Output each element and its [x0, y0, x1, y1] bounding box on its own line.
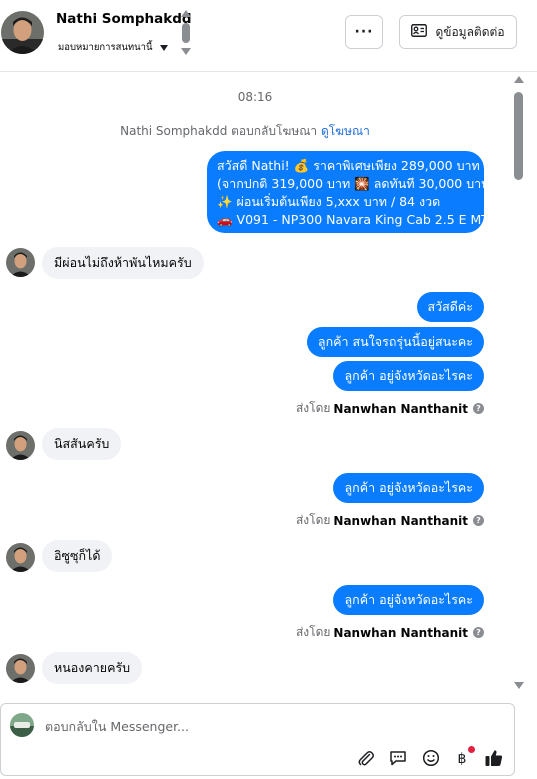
ad-message-line: ✨ ผ่อนเริ่มต้นเพียง 5,xxx บาท / 84 งวด — [217, 194, 441, 209]
scroll-thumb[interactable] — [182, 23, 190, 43]
contact-avatar-small[interactable] — [6, 431, 35, 460]
contact-avatar-small[interactable] — [6, 654, 35, 683]
conversation-header: Nathi Somphakdd มอบหมายการสนทนานี้ ··· ด… — [0, 0, 537, 72]
ad-reply-note-text: Nathi Somphakdd ตอบกลับโฆษณา — [120, 124, 318, 138]
view-contact-info-button[interactable]: ดูข้อมูลติดต่อ — [399, 15, 517, 49]
contact-avatar-small[interactable] — [6, 248, 35, 277]
view-contact-info-label: ดูข้อมูลติดต่อ — [435, 24, 505, 39]
sent-by-prefix: ส่งโดย — [295, 401, 331, 415]
outgoing-ad-message: สวัสดี Nathi! 💰 ราคาพิเศษเพียง 289,000 บ… — [207, 151, 495, 233]
message-composer[interactable]: ตอบกลับใน Messenger... ฿ — [0, 703, 515, 776]
scroll-up-arrow-icon[interactable] — [514, 76, 524, 83]
sent-by-prefix: ส่งโดย — [295, 513, 331, 527]
scroll-up-icon[interactable] — [181, 10, 191, 17]
contact-card-icon — [411, 24, 428, 40]
contact-name[interactable]: Nathi Somphakdd — [56, 11, 192, 27]
ad-message-line: 🚗 V091 - NP300 Navara King Cab 2.5 E MT — [217, 212, 489, 227]
chevron-down-icon — [159, 44, 168, 51]
saved-replies-icon[interactable] — [387, 747, 409, 769]
info-icon[interactable]: ? — [473, 403, 484, 414]
sent-by-label: ส่งโดย Nanwhan Nanthanit ? — [296, 623, 484, 642]
notification-dot — [468, 746, 475, 753]
ad-message-line: (จากปกติ 319,000 บาท 🎇 ลดทันที 30,000 บา… — [217, 176, 495, 191]
attachment-icon[interactable] — [355, 747, 377, 769]
contact-avatar[interactable] — [1, 11, 44, 54]
outgoing-message: สวัสดีค่ะ — [416, 292, 484, 322]
sender-name: Nanwhan Nanthanit — [333, 401, 468, 416]
assign-conversation-dropdown[interactable]: มอบหมายการสนทนานี้ — [58, 40, 168, 55]
like-icon[interactable] — [483, 747, 505, 769]
outgoing-message: ลูกค้า อยู่จังหวัดอะไรคะ — [333, 473, 484, 503]
scroll-down-icon[interactable] — [181, 48, 191, 55]
outgoing-message: ลูกค้า สนใจรถรุ่นนี้อยู่สนะคะ — [306, 327, 484, 357]
sent-by-prefix: ส่งโดย — [295, 625, 331, 639]
outgoing-message: ลูกค้า อยู่จังหวัดอะไรคะ — [333, 361, 484, 391]
more-icon: ··· — [354, 24, 374, 40]
assign-label: มอบหมายการสนทนานี้ — [58, 42, 153, 53]
message-scrollbar-thumb[interactable] — [514, 92, 523, 180]
more-options-button[interactable]: ··· — [345, 15, 383, 49]
page-avatar — [10, 713, 34, 737]
svg-text:฿: ฿ — [458, 751, 467, 767]
reply-input[interactable]: ตอบกลับใน Messenger... — [45, 717, 345, 737]
outgoing-message: ลูกค้า อยู่จังหวัดอะไรคะ — [333, 585, 484, 615]
info-icon[interactable]: ? — [473, 515, 484, 526]
sender-name: Nanwhan Nanthanit — [333, 625, 468, 640]
ad-message-line: สวัสดี Nathi! 💰 ราคาพิเศษเพียง 289,000 บ… — [217, 158, 480, 173]
incoming-message: หนองคายครับ — [42, 652, 143, 684]
contact-avatar-small[interactable] — [6, 543, 35, 572]
message-timestamp: 08:16 — [237, 90, 273, 104]
scroll-down-arrow-icon[interactable] — [514, 682, 524, 689]
incoming-message: อิซูซุก็ได้ — [42, 540, 113, 572]
ad-reply-note: Nathi Somphakdd ตอบกลับโฆษณา ดูโฆษณา — [0, 122, 490, 141]
sent-by-label: ส่งโดย Nanwhan Nanthanit ? — [296, 399, 484, 418]
incoming-message: มีผ่อนไม่ถึงห้าพันไหมครับ — [42, 247, 204, 279]
header-scroll-control[interactable] — [181, 10, 191, 56]
sender-name: Nanwhan Nanthanit — [333, 513, 468, 528]
incoming-message: นิสสันครับ — [42, 428, 122, 460]
emoji-icon[interactable] — [420, 747, 442, 769]
view-ad-link[interactable]: ดูโฆษณา — [321, 124, 370, 138]
sent-by-label: ส่งโดย Nanwhan Nanthanit ? — [296, 511, 484, 530]
info-icon[interactable]: ? — [473, 627, 484, 638]
